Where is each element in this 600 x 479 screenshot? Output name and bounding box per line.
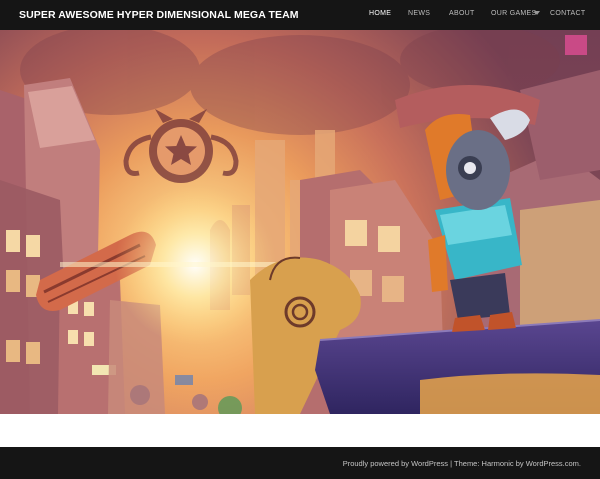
nav-item-about[interactable]: ABOUT	[449, 10, 475, 17]
chevron-down-icon[interactable]	[534, 11, 540, 15]
main-navigation: HOME NEWS ABOUT OUR GAMES CONTACT	[0, 0, 600, 30]
nav-item-news[interactable]: NEWS	[408, 10, 430, 17]
footer-theme-link[interactable]: Theme: Harmonic by WordPress.com.	[454, 459, 581, 468]
content-spacer	[0, 414, 600, 447]
nav-item-home[interactable]: HOME	[369, 10, 391, 17]
top-navigation-bar: SUPER AWESOME HYPER DIMENSIONAL MEGA TEA…	[0, 0, 600, 30]
footer-credits: Proudly powered by WordPress | Theme: Ha…	[343, 459, 581, 468]
footer-powered-link[interactable]: Proudly powered by WordPress	[343, 459, 448, 468]
site-footer: Proudly powered by WordPress | Theme: Ha…	[0, 447, 600, 479]
hero-banner-image	[0, 30, 600, 414]
nav-item-contact[interactable]: CONTACT	[550, 10, 585, 17]
nav-item-our-games[interactable]: OUR GAMES	[491, 10, 536, 17]
